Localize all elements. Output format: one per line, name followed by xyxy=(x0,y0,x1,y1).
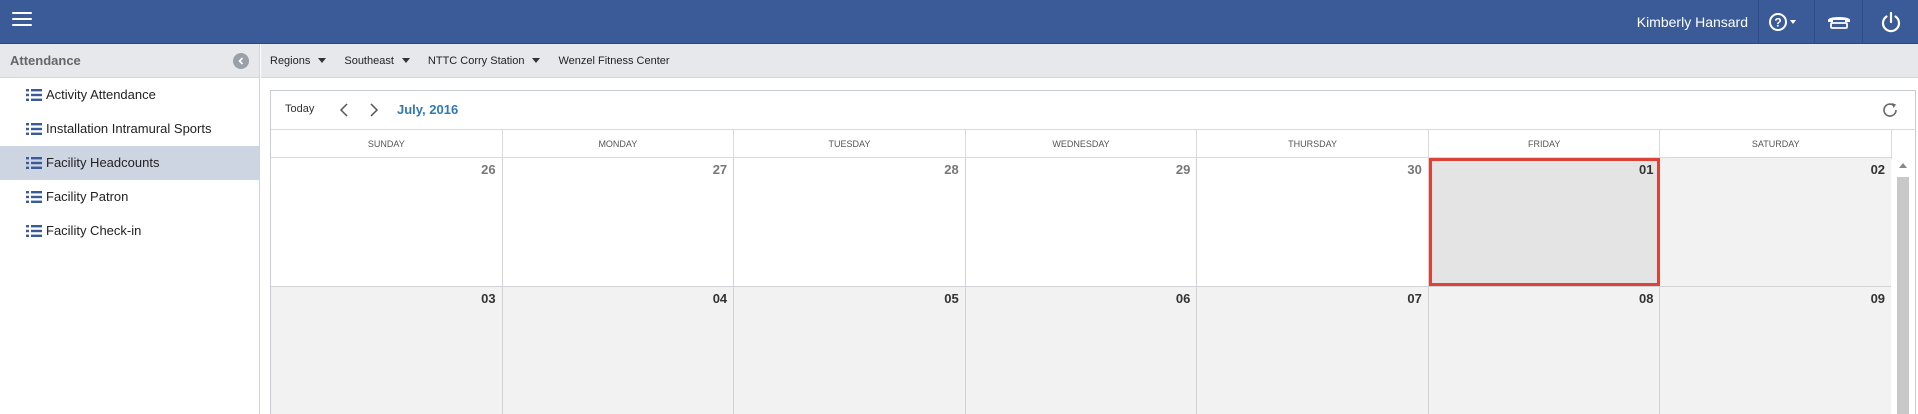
calendar-week-row: 26 27 28 29 30 01 02 xyxy=(271,158,1893,287)
breadcrumb-item[interactable]: Regions xyxy=(270,54,327,67)
breadcrumb-label: Regions xyxy=(270,54,311,67)
calendar-day-cell[interactable]: 27 xyxy=(502,158,735,286)
chevron-right-icon[interactable] xyxy=(365,102,381,118)
day-header: TUESDAY xyxy=(734,130,966,157)
help-button[interactable]: ? xyxy=(1758,0,1806,44)
list-icon xyxy=(26,157,42,169)
calendar-toolbar: Today July, 2016 xyxy=(271,91,1915,130)
calendar-panel: Today July, 2016 SUNDAY MONDAY TUESDAY WEDN… xyxy=(270,90,1916,414)
day-number: 02 xyxy=(1870,162,1886,177)
day-number: 07 xyxy=(1407,291,1422,306)
calendar-day-cell[interactable]: 08 xyxy=(1428,287,1661,414)
sidebar-item-label: Facility Patron xyxy=(46,189,129,204)
help-icon: ? xyxy=(1768,13,1796,31)
sidebar: Attendance Activity Attendance Installati… xyxy=(0,44,260,414)
day-header: WEDNESDAY xyxy=(966,130,1198,157)
breadcrumb-label: NTTC Corry Station xyxy=(427,54,525,67)
calendar-day-cell[interactable]: 04 xyxy=(502,287,735,414)
day-number: 26 xyxy=(481,162,496,177)
calendar-day-cell[interactable]: 01 xyxy=(1428,158,1661,286)
calendar-day-cell[interactable]: 02 xyxy=(1660,158,1893,286)
breadcrumb: Regions Southeast NTTC Corry Station Wenzel… xyxy=(261,44,1918,78)
list-icon xyxy=(26,225,42,237)
calendar-day-cell[interactable]: 03 xyxy=(271,287,503,414)
power-button[interactable] xyxy=(1862,0,1918,44)
day-number: 08 xyxy=(1639,291,1654,306)
day-number: 01 xyxy=(1639,162,1654,177)
breadcrumb-item[interactable]: Wenzel Fitness Center xyxy=(558,55,669,67)
sidebar-header: Attendance xyxy=(0,44,259,78)
day-number: 09 xyxy=(1870,291,1886,306)
chevron-left-icon xyxy=(238,57,244,65)
collapse-sidebar-button[interactable] xyxy=(233,53,249,69)
hamburger-menu-icon[interactable] xyxy=(12,12,32,32)
calendar-grid: 26 27 28 29 30 01 02 03 04 05 06 07 08 09 xyxy=(271,158,1893,414)
sidebar-item[interactable]: Facility Check-in xyxy=(0,214,259,248)
power-icon xyxy=(1881,11,1900,33)
refresh-icon[interactable] xyxy=(1881,101,1899,119)
today-button[interactable]: Today xyxy=(285,103,314,115)
calendar-day-cell[interactable]: 30 xyxy=(1197,158,1429,286)
sidebar-item-label: Facility Check-in xyxy=(46,223,142,238)
day-header: MONDAY xyxy=(503,130,735,157)
svg-text:?: ? xyxy=(1774,16,1781,30)
breadcrumb-item[interactable]: NTTC Corry Station xyxy=(428,55,541,67)
list-icon xyxy=(26,191,42,203)
calendar-week-row: 03 04 05 06 07 08 09 xyxy=(271,287,1893,414)
user-name[interactable]: Kimberly Hansard xyxy=(1637,0,1758,44)
calendar-day-cell[interactable]: 09 xyxy=(1660,287,1893,414)
day-number: 29 xyxy=(1175,162,1191,177)
day-header: THURSDAY xyxy=(1197,130,1429,157)
calendar-day-cell[interactable]: 07 xyxy=(1197,287,1429,414)
day-number: 06 xyxy=(1175,291,1191,306)
sidebar-item-label: Activity Attendance xyxy=(46,87,156,102)
sidebar-item[interactable]: Installation Intramural Sports xyxy=(0,112,259,146)
top-bar: Kimberly Hansard ? xyxy=(0,0,1918,44)
sidebar-item[interactable]: Facility Headcounts xyxy=(0,146,259,180)
phone-button[interactable] xyxy=(1814,0,1862,44)
day-number: 05 xyxy=(944,291,959,306)
sidebar-item[interactable]: Facility Patron xyxy=(0,180,259,214)
calendar-day-cell[interactable]: 26 xyxy=(271,158,503,286)
caret-down-icon xyxy=(401,58,410,63)
calendar-day-cell[interactable]: 28 xyxy=(734,158,966,286)
breadcrumb-item[interactable]: Southeast xyxy=(344,55,410,67)
day-number: 27 xyxy=(712,162,728,177)
month-title: July, 2016 xyxy=(397,102,459,117)
day-header: SUNDAY xyxy=(271,130,503,157)
phone-icon xyxy=(1827,17,1850,29)
scroll-up-icon[interactable] xyxy=(1899,163,1907,168)
day-number: 30 xyxy=(1407,162,1422,177)
calendar-scrollbar[interactable] xyxy=(1891,159,1915,414)
sidebar-item-label: Installation Intramural Sports xyxy=(46,121,212,136)
sidebar-item-label: Facility Headcounts xyxy=(46,155,160,170)
day-headers: SUNDAY MONDAY TUESDAY WEDNESDAY THURSDAY FRID… xyxy=(271,130,1893,158)
caret-down-icon xyxy=(318,58,327,63)
breadcrumb-label: Southeast xyxy=(344,54,394,67)
calendar-day-cell[interactable]: 05 xyxy=(734,287,966,414)
calendar-day-cell[interactable]: 29 xyxy=(965,158,1198,286)
day-number: 04 xyxy=(712,291,728,306)
day-header: FRIDAY xyxy=(1429,130,1661,157)
chevron-left-icon[interactable] xyxy=(337,102,353,118)
list-icon xyxy=(26,123,42,135)
breadcrumb-label: Wenzel Fitness Center xyxy=(558,54,670,67)
sidebar-item[interactable]: Activity Attendance xyxy=(0,78,259,112)
scroll-thumb[interactable] xyxy=(1897,177,1909,414)
day-number: 28 xyxy=(944,162,959,177)
day-header: SATURDAY xyxy=(1660,130,1893,157)
sidebar-title: Attendance xyxy=(10,53,81,68)
caret-down-icon xyxy=(532,58,541,63)
day-number: 03 xyxy=(481,291,496,306)
calendar-day-cell[interactable]: 06 xyxy=(965,287,1198,414)
list-icon xyxy=(26,89,42,101)
